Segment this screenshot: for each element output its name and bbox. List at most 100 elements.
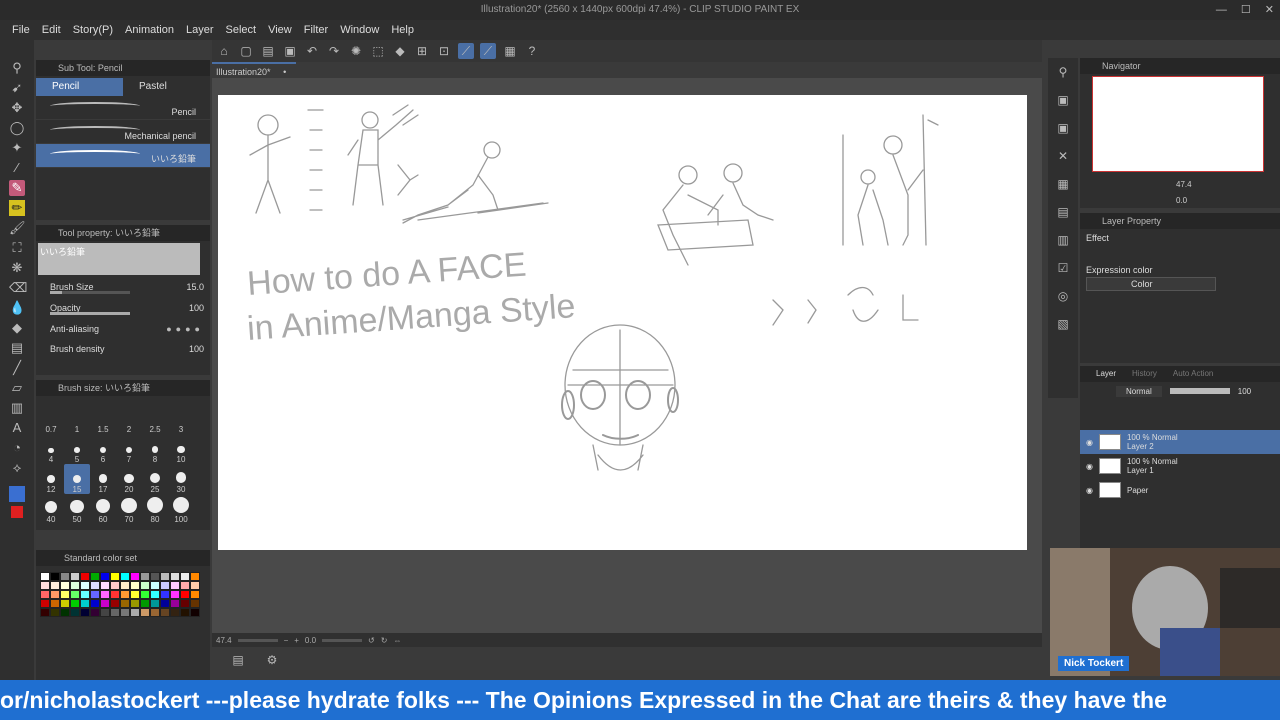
pencil-icon[interactable]: ✏ [9,200,25,216]
fill-tool-icon[interactable]: ◆ [9,320,25,336]
layer-row[interactable]: ◉ 100 % Normal Layer 1 [1080,454,1280,478]
color-swatch[interactable] [170,599,180,608]
color-swatch[interactable] [60,608,70,617]
color-swatch[interactable] [120,572,130,581]
menu-view[interactable]: View [262,20,298,40]
tab-layer[interactable]: Layer [1096,366,1116,382]
visibility-eye-icon[interactable]: ◉ [1086,486,1093,495]
anti-aliasing-options-icon[interactable]: ●●●● [166,324,204,334]
menu-edit[interactable]: Edit [36,20,67,40]
color-swatch[interactable] [40,581,50,590]
color-swatch[interactable] [60,590,70,599]
home-icon[interactable]: ⌂ [216,43,232,59]
color-swatch[interactable] [140,590,150,599]
close-icon[interactable]: ✕ [1265,0,1274,20]
grid-icon[interactable]: ▦ [502,43,518,59]
loading-icon[interactable]: ✺ [348,43,364,59]
rotation-slider[interactable] [322,638,363,642]
brush-size-option[interactable]: 10 [168,434,194,464]
brush-item-custom[interactable]: いいろ鉛筆 [36,144,210,168]
canvas-paper[interactable]: How to do A FACE in Anime/Manga Style [218,95,1027,550]
brush-size-row[interactable]: Brush Size 15.0 [36,277,210,297]
color-swatch[interactable] [60,572,70,581]
color-swatch[interactable] [190,572,200,581]
material-2-icon[interactable]: ▣ [1055,120,1071,136]
color-swatch[interactable] [130,599,140,608]
auto-select-icon[interactable]: ✦ [9,140,25,156]
color-swatch[interactable] [180,581,190,590]
color-swatch[interactable] [80,590,90,599]
brush-size-option[interactable]: 60 [90,494,116,524]
color-swatch[interactable] [50,599,60,608]
brush-size-option[interactable]: 5 [64,434,90,464]
brush-size-option[interactable]: 2 [116,404,142,434]
color-swatch[interactable] [100,599,110,608]
color-swatch[interactable] [120,581,130,590]
frame-icon[interactable]: ▱ [9,380,25,396]
maximize-icon[interactable]: ☐ [1241,0,1251,20]
document-tab[interactable]: Illustration20* • [212,62,296,78]
correct-line-icon[interactable]: ⟡ [9,460,25,476]
color-swatch[interactable] [130,581,140,590]
tab-close-icon[interactable]: • [283,67,286,77]
brush-size-option[interactable]: 8 [142,434,168,464]
opacity-slider[interactable] [50,312,130,315]
color-swatch[interactable] [160,590,170,599]
brush-size-option[interactable]: 17 [90,464,116,494]
brush-size-value[interactable]: 15.0 [186,282,204,292]
brush-size-option[interactable]: 100 [168,494,194,524]
color-swatch[interactable] [130,590,140,599]
color-swatch[interactable] [110,581,120,590]
color-swatch[interactable] [70,572,80,581]
color-swatch[interactable] [190,581,200,590]
camera-icon[interactable]: ◎ [1055,288,1071,304]
menu-file[interactable]: File [6,20,36,40]
brush-size-option[interactable]: 15 [64,464,90,494]
tab-history[interactable]: History [1132,366,1157,382]
color-swatch[interactable] [120,599,130,608]
color-swatch[interactable] [160,608,170,617]
anti-aliasing-row[interactable]: Anti-aliasing ●●●● [36,319,210,339]
color-swatch[interactable] [170,581,180,590]
settings-icon[interactable]: ⚙ [264,652,280,668]
tab-pencil[interactable]: Pencil [36,78,123,96]
tab-pastel[interactable]: Pastel [123,78,210,96]
open-icon[interactable]: ▤ [260,43,276,59]
menu-window[interactable]: Window [334,20,385,40]
brush-size-slider[interactable] [50,291,130,294]
brush-size-option[interactable]: 3 [168,404,194,434]
zoom-out-icon[interactable]: − [284,636,289,645]
visibility-eye-icon[interactable]: ◉ [1086,462,1093,471]
brush-size-option[interactable]: 20 [116,464,142,494]
rotation-value[interactable]: 0.0 [305,636,316,645]
undo-icon[interactable]: ↶ [304,43,320,59]
color-swatch[interactable] [40,608,50,617]
color-swatch[interactable] [40,590,50,599]
brush-size-option[interactable]: 40 [38,494,64,524]
brush-size-option[interactable]: 12 [38,464,64,494]
close-panel-icon[interactable]: ✕ [1055,148,1071,164]
color-swatch[interactable] [70,590,80,599]
brush-item-mechanical-pencil[interactable]: Mechanical pencil [36,120,210,144]
gradient-icon[interactable]: ▤ [9,340,25,356]
zoom-value[interactable]: 47.4 [216,636,232,645]
rotate-right-icon[interactable]: ↻ [381,636,388,645]
main-color-icon[interactable] [9,486,25,502]
lasso-icon[interactable]: ◯ [9,120,25,136]
color-swatch[interactable] [90,590,100,599]
color-swatch[interactable] [90,572,100,581]
layer-icon[interactable]: ▧ [1055,316,1071,332]
eyedropper-icon[interactable]: ⁄ [9,160,25,176]
zoom-slider[interactable] [237,638,278,642]
navigator-thumbnail[interactable] [1092,76,1264,172]
brush-size-option[interactable]: 2.5 [142,404,168,434]
brush-size-option[interactable]: 80 [142,494,168,524]
operation-icon[interactable]: ➹ [9,80,25,96]
check-icon[interactable]: ☑ [1055,260,1071,276]
color-swatch[interactable] [180,572,190,581]
zoom-icon[interactable]: ⚲ [9,60,25,76]
color-swatch[interactable] [90,608,100,617]
transform-icon[interactable]: ⊞ [414,43,430,59]
opacity-value[interactable]: 100 [189,303,204,313]
color-swatch[interactable] [120,608,130,617]
